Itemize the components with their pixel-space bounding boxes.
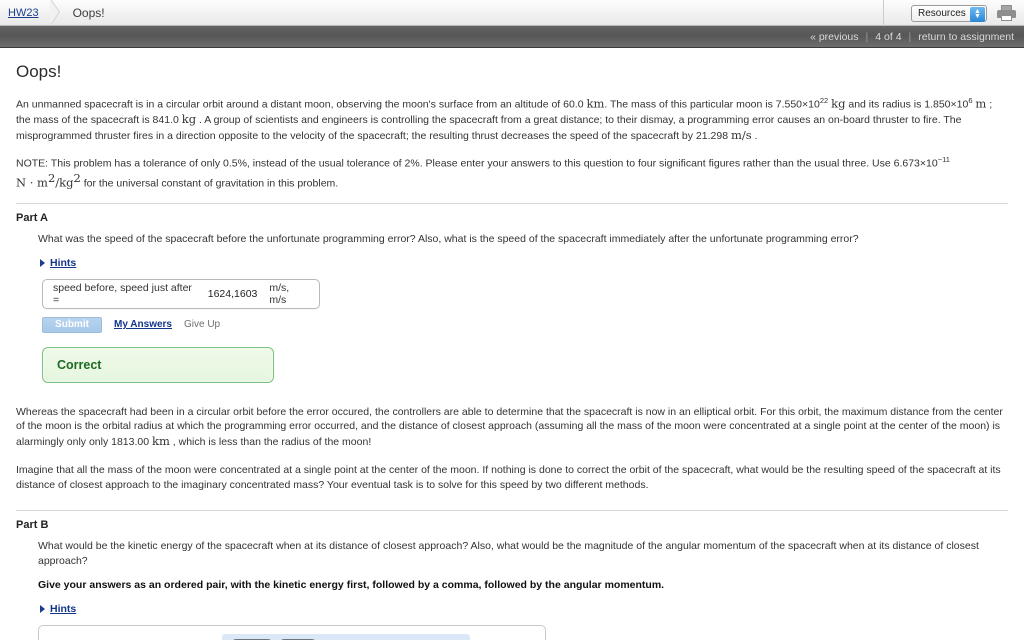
part-a-answer-field[interactable]: speed before, speed just after = 1624,16… — [42, 278, 320, 309]
moon-radius-unit: m — [975, 96, 987, 111]
moon-radius-exponent: 6 — [968, 96, 973, 105]
problem-intro-1: An unmanned spacecraft is in a circular … — [16, 98, 587, 111]
moon-mass-exponent: 22 — [819, 96, 829, 105]
problem-statement: An unmanned spacecraft is in a circular … — [16, 94, 1008, 143]
previous-link[interactable]: « previous — [810, 31, 858, 43]
breadcrumb-current-page: Oops! — [72, 5, 105, 20]
gravitation-unit-n: N · m — [16, 175, 48, 190]
gravitation-unit-kg: /kg — [55, 175, 74, 190]
nav-divider-1: | — [865, 30, 869, 43]
part-a-question: What was the speed of the spacecraft bef… — [38, 233, 859, 245]
triangle-right-icon — [40, 258, 45, 267]
assignment-nav-strip: « previous | 4 of 4 | return to assignme… — [0, 26, 1024, 48]
print-icon[interactable] — [997, 5, 1016, 21]
my-answers-link[interactable]: My Answers — [114, 319, 172, 330]
problem-intro-2: . The mass of this particular moon is 7.… — [604, 98, 820, 111]
middle-paragraph-1: Whereas the spacecraft had been in a cir… — [16, 405, 1008, 450]
breadcrumb-assignment-link[interactable]: HW23 — [8, 7, 39, 19]
part-b-answer-panel[interactable]: ∜◻ ΑΣφ ⟵ ⟶ ↻ ? — [38, 624, 546, 640]
part-a-body: What was the speed of the spacecraft bef… — [38, 232, 1008, 383]
divider-part-b — [16, 510, 1008, 511]
divider-part-a — [16, 203, 1008, 204]
part-b-question: What would be the kinetic energy of the … — [38, 540, 979, 567]
problem-content: Oops! An unmanned spacecraft is in a cir… — [0, 62, 1024, 640]
resources-dropdown-label: Resources — [918, 7, 966, 19]
problem-note: NOTE: This problem has a tolerance of on… — [16, 153, 1008, 191]
top-right-tools: Resources ▲ ▼ — [911, 0, 1024, 26]
part-a-hints-toggle[interactable]: Hints — [40, 257, 1008, 269]
question-counter: 4 of 4 — [875, 30, 902, 43]
part-a-heading: Part A — [16, 212, 48, 224]
assignment-page: HW23 Oops! Resources ▲ ▼ « previous | 4 … — [0, 0, 1024, 640]
part-b-hints-label: Hints — [50, 602, 77, 615]
page-title: Oops! — [16, 62, 62, 81]
problem-intro-7: . — [751, 129, 758, 142]
part-b-heading: Part B — [16, 519, 49, 531]
part-a-button-row: Submit My Answers Give Up — [42, 316, 1008, 333]
math-toolbar: ∜◻ ΑΣφ ⟵ ⟶ ↻ ? — [222, 633, 470, 640]
part-a-answer-label: speed before, speed just after = — [53, 281, 192, 306]
craft-mass-unit: kg — [181, 112, 197, 126]
top-breadcrumb-bar: HW23 Oops! Resources ▲ ▼ — [0, 0, 1024, 26]
gravitation-unit-exp-2: 2 — [73, 171, 81, 185]
toolbar-divider — [883, 0, 884, 26]
speed-change-unit: m/s — [730, 127, 752, 142]
closest-approach-unit: km — [152, 433, 170, 448]
part-a-hints-label: Hints — [50, 256, 77, 269]
triangle-right-icon — [40, 604, 45, 613]
nav-divider-2: | — [908, 30, 912, 43]
problem-intro-4: and its radius is 1.850×10 — [845, 98, 969, 111]
part-b-instruction: Give your answers as an ordered pair, wi… — [38, 579, 665, 591]
part-a-feedback-banner: Correct — [42, 346, 274, 383]
middle-paragraph-2: Imagine that all the mass of the moon we… — [16, 464, 1001, 491]
resources-dropdown[interactable]: Resources ▲ ▼ — [911, 4, 987, 22]
part-b-body: What would be the kinetic energy of the … — [38, 539, 1008, 615]
breadcrumb: HW23 Oops! — [0, 0, 105, 26]
breadcrumb-chevron-icon — [45, 0, 71, 26]
status-badge: Correct — [57, 357, 102, 372]
submit-button[interactable]: Submit — [42, 316, 102, 333]
note-text-1: NOTE: This problem has a tolerance of on… — [16, 157, 938, 170]
note-text-2: for the universal constant of gravitatio… — [80, 177, 339, 190]
chevron-updown-icon: ▲ ▼ — [970, 6, 985, 22]
part-a-answer-unit: m/s, m/s — [269, 281, 290, 306]
middle-para-1-b: , which is less than the radius of the m… — [169, 435, 372, 448]
return-to-assignment-link[interactable]: return to assignment — [918, 31, 1014, 43]
altitude-unit: km — [586, 96, 605, 111]
gravitation-exponent: −11 — [937, 155, 950, 164]
give-up-link[interactable]: Give Up — [184, 319, 220, 330]
moon-mass-unit: kg — [831, 96, 846, 111]
part-b-hints-toggle[interactable]: Hints — [40, 603, 1008, 615]
part-a-answer-value: 1624,1603 — [207, 287, 258, 300]
